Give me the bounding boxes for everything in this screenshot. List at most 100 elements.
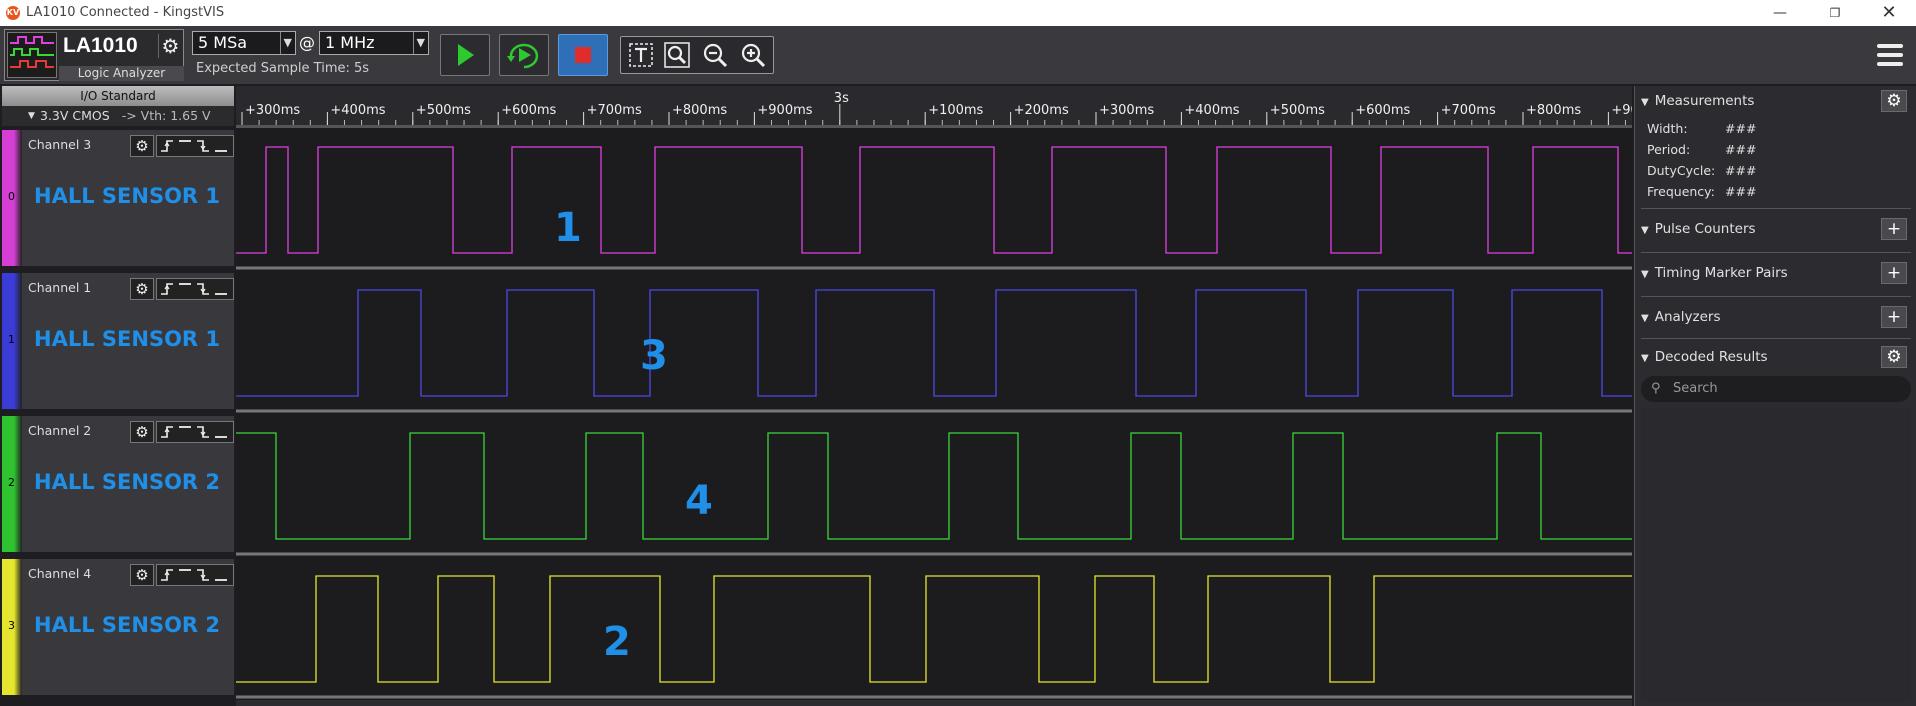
search-input[interactable]: ⚲ Search [1641, 376, 1911, 402]
ruler-label: +800ms [1526, 103, 1581, 118]
text-cursor-icon [629, 43, 653, 67]
annotation-number: 3 [640, 333, 668, 379]
channel-settings-gear-icon[interactable]: ⚙ [130, 278, 154, 300]
divider [1641, 252, 1911, 253]
zoom-in-button[interactable] [737, 40, 769, 70]
channel-label: HALL SENSOR 1 [34, 327, 221, 351]
annotation-number: 4 [685, 478, 713, 524]
triangle-down-icon: ▼ [1641, 269, 1649, 280]
triangle-down-icon: ▼ [1641, 313, 1649, 324]
hamburger-menu-icon[interactable] [1875, 40, 1905, 70]
ruler-label: +400ms [330, 103, 385, 118]
ruler-label: +300ms [245, 103, 300, 118]
channel-index: 2 [8, 476, 15, 489]
channel-waveform [236, 289, 1632, 397]
sample-depth-value: 5 MSa [198, 33, 248, 52]
horizontal-scrollbar[interactable] [236, 700, 1632, 706]
divider [1641, 208, 1911, 209]
channel-waveform [236, 432, 1632, 540]
measurement-row: DutyCycle: ### [1647, 163, 1756, 178]
trigger-edge-selector[interactable] [156, 278, 234, 300]
measurements-section[interactable]: ▼ Measurements ⚙ [1641, 90, 1911, 112]
divider [1641, 338, 1911, 339]
io-standard-header: I/O Standard [2, 86, 234, 106]
logic-waveform-icon[interactable] [7, 32, 57, 78]
close-button[interactable]: ✕ [1874, 3, 1904, 23]
channel-name: Channel 2 [28, 423, 92, 438]
decoded-results-section[interactable]: ▼ Decoded Results ⚙ [1641, 346, 1911, 368]
channel-settings-gear-icon[interactable]: ⚙ [130, 135, 154, 157]
section-title: Pulse Counters [1654, 221, 1756, 237]
channel-trigger-buttons: ⚙ [130, 421, 234, 443]
annotation-number: 2 [603, 619, 631, 665]
analyzers-section[interactable]: ▼ Analyzers + [1641, 306, 1911, 328]
triangle-down-icon: ▼ [28, 111, 35, 121]
restore-button[interactable]: ❐ [1820, 3, 1850, 23]
channel-row[interactable]: 3 Channel 4 ⚙ HALL SENSOR 2 [2, 559, 234, 695]
ruler-label: +700ms [587, 103, 642, 118]
trigger-edge-selector[interactable] [156, 421, 234, 443]
measurement-label: Width: [1647, 121, 1688, 136]
kingstvis-window: KV LA1010 Connected - KingstVIS — ❐ ✕ LA… [0, 0, 1916, 706]
window-title: LA1010 Connected - KingstVIS [26, 5, 225, 20]
channel-waveform [236, 575, 1632, 683]
channel-row[interactable]: 2 Channel 2 ⚙ HALL SENSOR 2 [2, 416, 234, 552]
sample-rate-select[interactable]: 1 MHz ▼ [319, 31, 429, 55]
channel-waveform [236, 146, 1632, 254]
device-name: LA1010 [63, 34, 138, 57]
text-tool-button[interactable] [625, 40, 657, 70]
measurements-settings-gear-icon[interactable]: ⚙ [1881, 90, 1907, 112]
minimize-button[interactable]: — [1765, 3, 1795, 23]
triangle-down-icon: ▼ [1641, 225, 1649, 236]
channel-label: HALL SENSOR 1 [34, 184, 221, 208]
zoom-area-button[interactable] [661, 40, 693, 70]
channel-row[interactable]: 1 Channel 1 ⚙ HALL SENSOR 1 [2, 273, 234, 409]
waveform-area[interactable]: 1 3 4 2 [236, 129, 1632, 706]
add-timing-marker-button[interactable]: + [1881, 262, 1907, 284]
waveform-canvas [236, 146, 1632, 699]
channel-row[interactable]: 0 Channel 3 ⚙ HALL SENSOR 1 [2, 130, 234, 266]
add-pulse-counter-button[interactable]: + [1881, 218, 1907, 240]
channel-label: HALL SENSOR 2 [34, 613, 221, 637]
measurement-row: Frequency: ### [1647, 184, 1756, 199]
decoded-results-list[interactable] [1641, 408, 1911, 702]
start-button[interactable] [440, 34, 490, 76]
zoom-out-icon [703, 43, 728, 68]
section-title: Decoded Results [1654, 349, 1768, 365]
measurement-row: Period: ### [1647, 142, 1756, 157]
device-settings-gear-icon[interactable]: ⚙ [158, 34, 182, 58]
channel-name: Channel 1 [28, 280, 92, 295]
stop-button[interactable] [558, 34, 608, 76]
ruler-label: +800ms [672, 103, 727, 118]
zoom-area-icon [664, 42, 690, 68]
expected-sample-time: Expected Sample Time: 5s [196, 61, 370, 76]
trigger-edge-selector[interactable] [156, 135, 234, 157]
timing-marker-pairs-section[interactable]: ▼ Timing Marker Pairs + [1641, 262, 1911, 284]
measurement-label: Frequency: [1647, 184, 1715, 199]
channel-settings-gear-icon[interactable]: ⚙ [130, 564, 154, 586]
time-ruler[interactable]: +300ms +400ms +500ms +600ms +700ms +800ms +900… [236, 86, 1632, 128]
app-logo-icon: KV [6, 6, 20, 20]
channel-settings-gear-icon[interactable]: ⚙ [130, 421, 154, 443]
time-ruler-ticks: +300ms +400ms +500ms +600ms +700ms +800ms +900… [241, 91, 1632, 125]
sample-depth-select[interactable]: 5 MSa ▼ [192, 31, 296, 55]
measurement-label: DutyCycle: [1647, 163, 1716, 178]
device-panel: LA1010 ⚙ Logic Analyzer [4, 29, 184, 81]
chevron-down-icon: ▼ [412, 32, 425, 54]
add-analyzer-button[interactable]: + [1881, 306, 1907, 328]
zoom-out-button[interactable] [699, 40, 731, 70]
ruler-label: +700ms [1441, 103, 1496, 118]
trigger-edge-selector[interactable] [156, 564, 234, 586]
measurement-label: Period: [1647, 142, 1691, 157]
channel-trigger-buttons: ⚙ [130, 278, 234, 300]
io-standard-select[interactable]: ▼ 3.3V CMOS -> Vth: 1.65 V [2, 106, 234, 126]
play-icon [458, 44, 474, 66]
decoded-results-settings-gear-icon[interactable]: ⚙ [1881, 346, 1907, 368]
device-subtitle: Logic Analyzer [59, 66, 184, 81]
channel-trigger-buttons: ⚙ [130, 135, 234, 157]
pulse-counters-section[interactable]: ▼ Pulse Counters + [1641, 218, 1911, 240]
triangle-down-icon: ▼ [1641, 97, 1649, 108]
repeat-start-button[interactable] [499, 34, 549, 76]
ruler-label: +100ms [928, 103, 983, 118]
ruler-label: +400ms [1184, 103, 1239, 118]
